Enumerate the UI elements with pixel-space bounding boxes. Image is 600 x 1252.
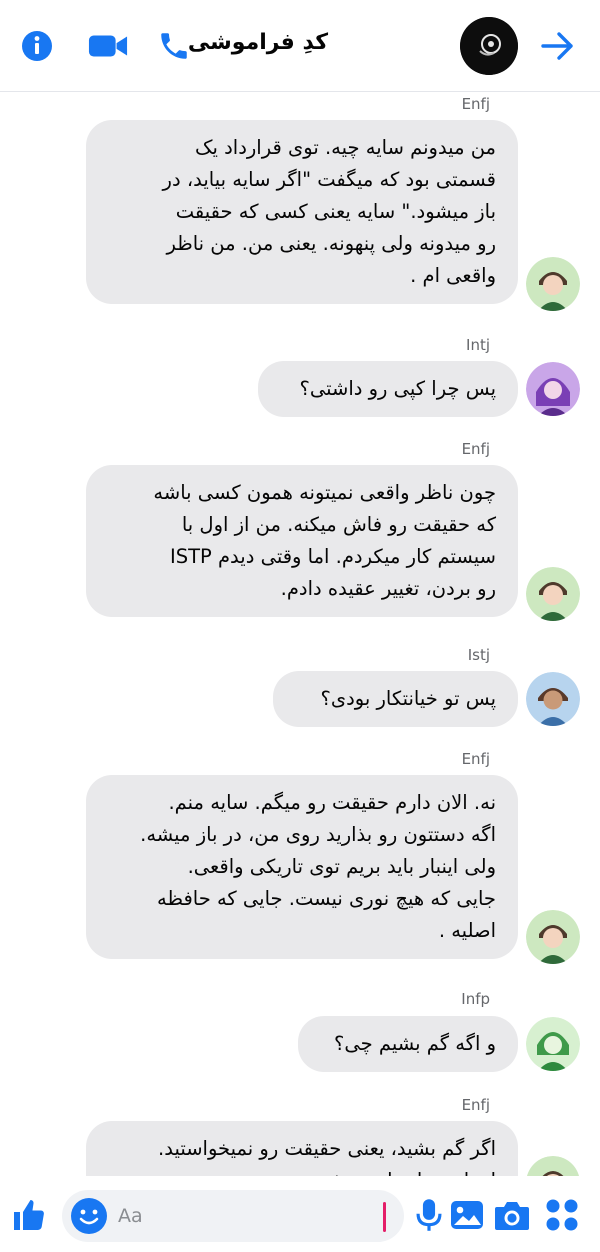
apps-grid-icon[interactable] (543, 1196, 581, 1234)
message-bubble[interactable]: نه. الان دارم حقیقت رو میگم. سایه منم. ا… (86, 775, 518, 959)
message-line: باز میشود." سایه یعنی کسی که حقیقت (175, 200, 496, 223)
input-placeholder: Aa (118, 1205, 143, 1227)
sender-name: Enfj (461, 1096, 490, 1114)
message-line: رو بردن، تغییر عقیده دادم. (280, 577, 496, 600)
sender-name: Istj (467, 646, 490, 664)
message-composer: Aa (0, 1176, 600, 1252)
message-line: و اگه گم بشیم چی؟ (334, 1032, 496, 1055)
message-line: نه. الان دارم حقیقت رو میگم. سایه منم. (168, 791, 496, 814)
group-avatar[interactable] (460, 17, 518, 75)
sender-name: Enfj (461, 440, 490, 458)
sender-name: Enfj (461, 750, 490, 768)
message-line: واقعی ام . (410, 264, 496, 287)
video-call-icon[interactable] (88, 26, 128, 66)
message-line: پس تو خیانتکار بودی؟ (320, 687, 497, 710)
message-line: سیستم کار میکردم. اما وقتی دیدم ISTP (169, 545, 496, 568)
message-bubble[interactable]: چون ناظر واقعی نمیتونه همون کسی باشه که … (86, 465, 518, 617)
message-line: جایی که هیچ نوری نیست. جایی که حافظه (157, 887, 496, 910)
message-line: اگه دستتون رو بذارید روی من، در باز میشه… (140, 823, 496, 846)
microphone-icon[interactable] (410, 1196, 448, 1234)
message-input[interactable]: Aa (62, 1190, 404, 1242)
avatar-istj[interactable] (526, 672, 580, 726)
message-line: رو میدونه ولی پنهونه. یعنی من. من ناظر (166, 232, 496, 255)
message-line: ولی اینبار باید بریم توی تاریکی واقعی. (187, 855, 496, 878)
message-line: من میدونم سایه چیه. توی قرارداد یک (195, 136, 496, 159)
message-line: پس چرا کپی رو داشتی؟ (299, 377, 497, 400)
avatar-intj[interactable] (526, 362, 580, 416)
text-cursor (383, 1202, 386, 1232)
info-icon[interactable] (17, 26, 57, 66)
message-bubble[interactable]: پس تو خیانتکار بودی؟ (273, 671, 518, 727)
sender-name: Enfj (461, 95, 490, 113)
chat-header: کدِ فراموشی (0, 0, 600, 92)
like-icon[interactable] (10, 1196, 48, 1234)
conversation-title[interactable]: کدِ فراموشی (188, 30, 328, 55)
avatar-enfj[interactable] (526, 1156, 580, 1176)
message-line: اگر گم بشید، یعنی حقیقت رو نمیخواستید. (158, 1137, 496, 1160)
message-bubble[interactable]: اگر گم بشید، یعنی حقیقت رو نمیخواستید. ا… (86, 1121, 518, 1176)
sender-name: Intj (466, 336, 490, 354)
camera-icon[interactable] (493, 1196, 531, 1234)
arrow-right-icon[interactable] (538, 26, 578, 66)
message-line: قسمتی بود که میگفت "اگر سایه بیاید، در (162, 168, 496, 191)
avatar-enfj[interactable] (526, 257, 580, 311)
avatar-infp[interactable] (526, 1017, 580, 1071)
message-line: اینطوری انتخاب میشه (108, 1165, 496, 1176)
sender-name: Infp (461, 990, 490, 1008)
gallery-icon[interactable] (448, 1196, 486, 1234)
avatar-enfj[interactable] (526, 567, 580, 621)
avatar-enfj[interactable] (526, 910, 580, 964)
message-bubble[interactable]: و اگه گم بشیم چی؟ (298, 1016, 518, 1072)
message-list[interactable]: Enfj من میدونم سایه چیه. توی قرارداد یک … (0, 92, 600, 1176)
message-line: اصلیه . (438, 919, 496, 942)
message-bubble[interactable]: من میدونم سایه چیه. توی قرارداد یک قسمتی… (86, 120, 518, 304)
message-bubble[interactable]: پس چرا کپی رو داشتی؟ (258, 361, 518, 417)
message-line: چون ناظر واقعی نمیتونه همون کسی باشه (153, 481, 496, 504)
message-line: که حقیقت رو فاش میکنه. من از اول با (181, 513, 496, 536)
emoji-icon[interactable] (70, 1197, 108, 1239)
